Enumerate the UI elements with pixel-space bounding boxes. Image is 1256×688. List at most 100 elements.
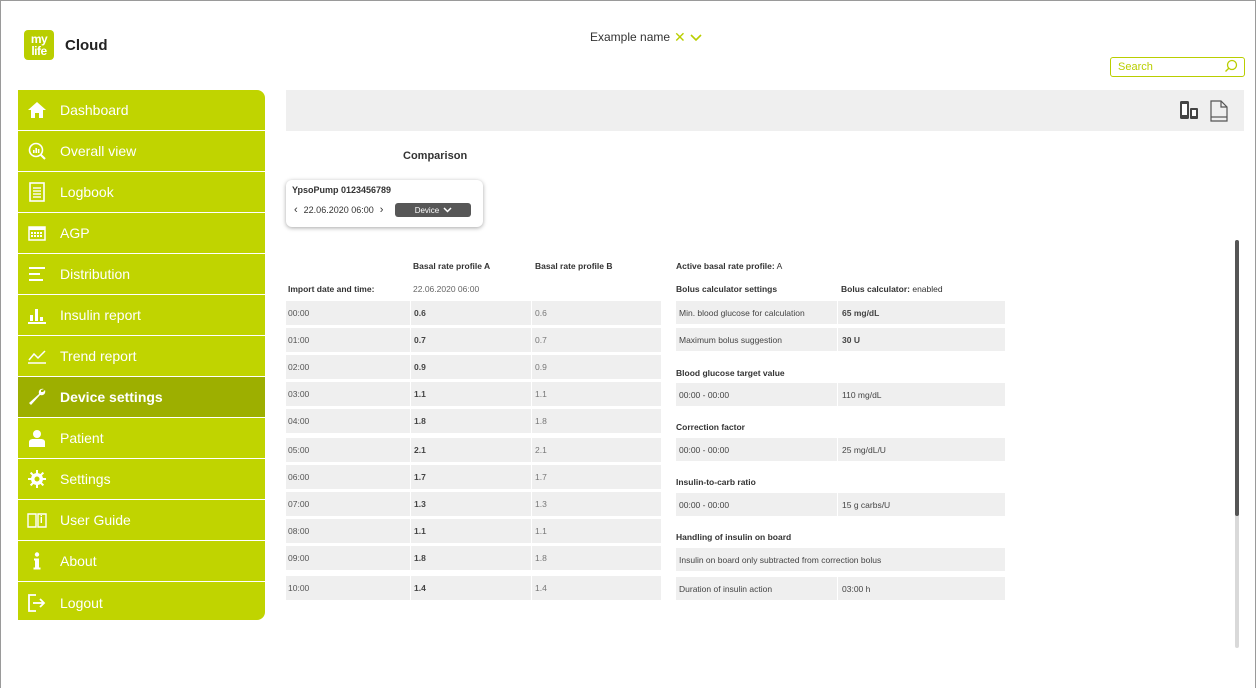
row-value: 15 g carbs/U	[837, 493, 890, 516]
trend-icon	[26, 345, 48, 367]
bolus-calculator-label: Bolus calculator:	[841, 284, 910, 294]
table-row: 05:00 2.1 2.1	[286, 438, 661, 462]
document-icon[interactable]	[1208, 99, 1230, 123]
row-time: 06:00	[288, 472, 310, 482]
chevron-down-icon[interactable]	[690, 31, 702, 43]
sidebar-item-label: Patient	[60, 430, 104, 446]
active-profile-label: Active basal rate profile:	[676, 261, 775, 271]
sidebar-item-label: About	[60, 553, 97, 569]
close-icon[interactable]: ✕	[674, 30, 686, 44]
row-value-a: 1.3	[410, 492, 531, 516]
row-value-a: 1.1	[410, 519, 531, 543]
row-value-b: 2.1	[531, 438, 661, 462]
iob-title: Handling of insulin on board	[676, 532, 791, 542]
row-value: 65 mg/dL	[837, 301, 879, 324]
row-time: 03:00	[288, 389, 310, 399]
table-row: 00:00 0.6 0.6	[286, 301, 661, 325]
table-row: 00:00 - 00:00 25 mg/dL/U	[676, 438, 1005, 461]
search-input[interactable]	[1118, 61, 1218, 73]
sidebar-item-label: Distribution	[60, 266, 131, 282]
logo-badge: my life	[24, 30, 54, 60]
table-row: Insulin on board only subtracted from co…	[676, 548, 1005, 571]
sidebar-item-dashboard[interactable]: Dashboard	[18, 90, 265, 131]
app-logo[interactable]: my life Cloud	[24, 30, 108, 60]
search-icon[interactable]	[1224, 59, 1238, 78]
row-value-b: 0.9	[531, 355, 661, 379]
logo-badge-line2: life	[31, 44, 47, 58]
row-value-b: 1.8	[531, 546, 661, 570]
device-card: YpsoPump 0123456789 ‹ 22.06.2020 06:00 ›…	[286, 180, 483, 227]
next-date-arrow-icon[interactable]: ›	[378, 204, 386, 216]
sidebar-item-trend-report[interactable]: Trend report	[18, 336, 265, 377]
device-dropdown-button[interactable]: Device	[395, 203, 472, 217]
row-label: Min. blood glucose for calculation	[679, 307, 805, 318]
active-basal-profile: Active basal rate profile: A	[676, 261, 782, 271]
row-time: 00:00	[288, 308, 310, 318]
prev-date-arrow-icon[interactable]: ‹	[292, 204, 300, 216]
search-box[interactable]	[1110, 57, 1245, 77]
table-row: 07:00 1.3 1.3	[286, 492, 661, 516]
sidebar-item-logout[interactable]: Logout	[18, 582, 265, 620]
bg-target-title: Blood glucose target value	[676, 368, 785, 378]
sidebar-item-label: Device settings	[60, 389, 163, 405]
row-value-a: 0.6	[410, 301, 531, 325]
row-value-a: 0.9	[410, 355, 531, 379]
row-value-b: 0.7	[531, 328, 661, 352]
book-icon	[26, 509, 48, 531]
bg-target-title-text: Blood glucose target value	[676, 368, 785, 378]
row-value: 03:00 h	[837, 577, 870, 600]
table-row: 00:00 - 00:00 15 g carbs/U	[676, 493, 1005, 516]
sidebar-item-user-guide[interactable]: User Guide	[18, 500, 265, 541]
sidebar-item-label: Logout	[60, 594, 103, 611]
row-label: Duration of insulin action	[679, 583, 773, 594]
sidebar-item-insulin-report[interactable]: Insulin report	[18, 295, 265, 336]
content-toolbar	[286, 90, 1244, 131]
sidebar-item-patient[interactable]: Patient	[18, 418, 265, 459]
home-icon	[26, 99, 48, 121]
row-value: 30 U	[837, 328, 860, 351]
row-time: 09:00	[288, 553, 310, 563]
row-time: 01:00	[288, 335, 310, 345]
basal-header-profile-b: Basal rate profile B	[535, 261, 613, 271]
row-value-b: 1.8	[531, 409, 661, 433]
sidebar-nav: Dashboard Overall view Logbook AGP Distr…	[18, 90, 265, 620]
scrollbar-thumb[interactable]	[1235, 240, 1239, 516]
row-value-b: 1.3	[531, 492, 661, 516]
sidebar-item-device-settings[interactable]: Device settings	[18, 377, 265, 418]
sidebar-item-logbook[interactable]: Logbook	[18, 172, 265, 213]
row-value-a: 2.1	[410, 438, 531, 462]
sidebar-item-agp[interactable]: AGP	[18, 213, 265, 254]
bolus-calculator-value: enabled	[912, 284, 943, 294]
sidebar-item-distribution[interactable]: Distribution	[18, 254, 265, 295]
wrench-icon	[26, 386, 48, 408]
comparison-title: Comparison	[403, 150, 468, 162]
sidebar-item-label: AGP	[60, 225, 90, 241]
basal-header-profile-a: Basal rate profile A	[413, 261, 491, 271]
patient-selector[interactable]: Example name ✕	[590, 30, 702, 44]
sidebar-item-label: Dashboard	[60, 102, 129, 118]
sidebar-item-label: Logbook	[60, 184, 114, 200]
table-row: 04:00 1.8 1.8	[286, 409, 661, 433]
device-name: YpsoPump 0123456789	[292, 185, 392, 195]
row-time: 05:00	[288, 445, 310, 455]
table-row: Duration of insulin action 03:00 h	[676, 577, 1005, 600]
bolus-calculator-status: Bolus calculator: enabled	[841, 284, 943, 294]
iob-title-text: Handling of insulin on board	[676, 532, 792, 542]
row-time: 10:00	[288, 583, 310, 593]
row-label: 00:00 - 00:00	[679, 389, 730, 400]
bolus-settings-title-text: Bolus calculator settings	[676, 284, 778, 294]
sidebar-item-overall-view[interactable]: Overall view	[18, 131, 265, 172]
sidebar-item-settings[interactable]: Settings	[18, 459, 265, 500]
sidebar-item-about[interactable]: About	[18, 541, 265, 582]
table-row: 10:00 1.4 1.4	[286, 576, 661, 600]
patient-name: Example name	[590, 30, 671, 44]
import-date-label: Import date and time:	[288, 284, 375, 294]
devices-icon[interactable]	[1178, 99, 1200, 123]
sidebar-item-label: User Guide	[60, 512, 131, 528]
row-time: 08:00	[288, 526, 310, 536]
row-value-b: 0.6	[531, 301, 661, 325]
sidebar-item-label: Insulin report	[60, 307, 141, 323]
table-row: 08:00 1.1 1.1	[286, 519, 661, 543]
logo-text: Cloud	[65, 36, 108, 54]
distribution-icon	[26, 263, 48, 285]
